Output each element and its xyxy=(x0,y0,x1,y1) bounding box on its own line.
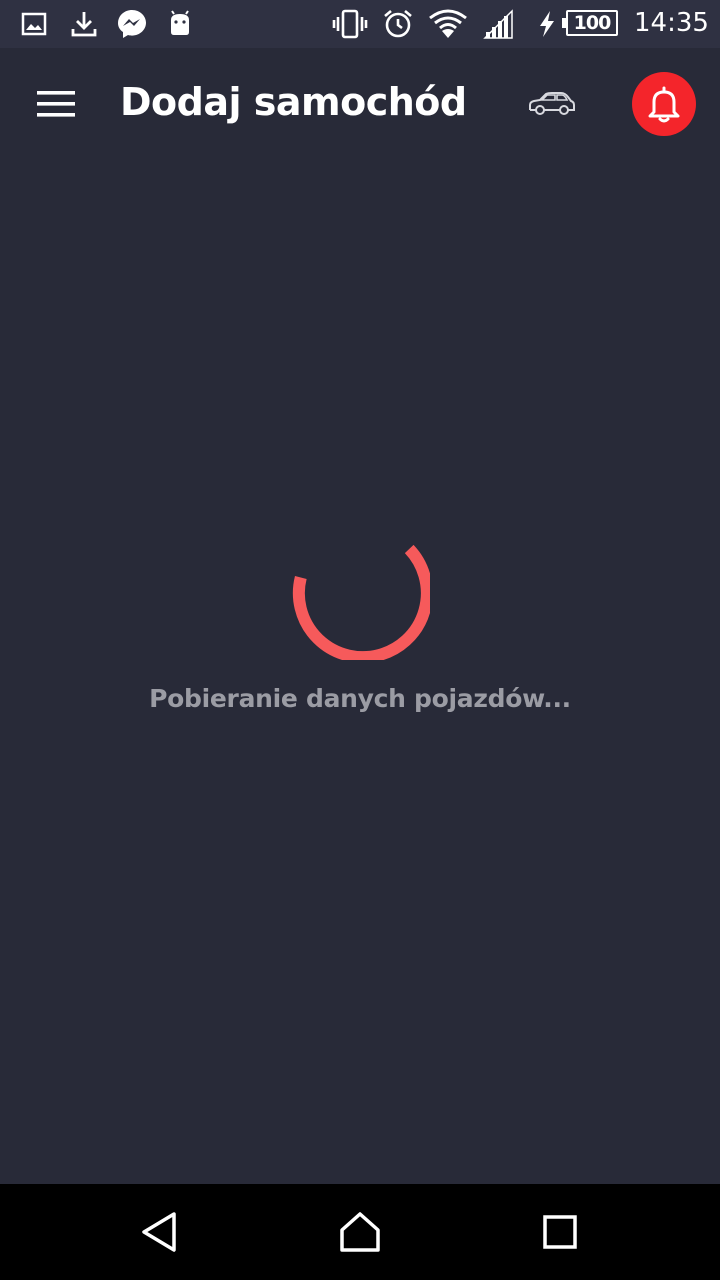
back-icon xyxy=(142,1212,176,1252)
hamburger-menu-icon xyxy=(37,91,75,117)
car-icon xyxy=(529,92,575,115)
back-button[interactable] xyxy=(130,1202,190,1262)
navigation-bar xyxy=(0,1184,720,1280)
home-button[interactable] xyxy=(330,1202,390,1262)
page-title: Dodaj samochód xyxy=(120,80,467,124)
status-bar: 100 14:35 xyxy=(0,0,720,48)
charging-icon xyxy=(532,6,562,42)
alarm-icon xyxy=(380,6,416,42)
recents-icon xyxy=(543,1215,577,1249)
notifications-button[interactable] xyxy=(632,72,696,136)
loading-spinner xyxy=(290,520,433,664)
home-icon xyxy=(340,1212,380,1252)
bell-icon xyxy=(648,86,680,123)
download-icon xyxy=(66,6,102,42)
vibrate-icon xyxy=(332,6,368,42)
menu-button[interactable] xyxy=(26,74,86,134)
android-icon xyxy=(162,6,198,42)
signal-icon xyxy=(480,6,516,42)
app-bar: Dodaj samochód xyxy=(0,48,720,160)
battery-level: 100 xyxy=(562,10,618,36)
car-button[interactable] xyxy=(522,80,582,128)
messenger-icon xyxy=(114,6,150,42)
recents-button[interactable] xyxy=(530,1202,590,1262)
image-icon xyxy=(16,6,52,42)
loading-message: Pobieranie danych pojazdów... xyxy=(149,684,571,713)
status-clock: 14:35 xyxy=(634,8,709,38)
loading-spinner-icon xyxy=(292,544,433,664)
wifi-icon xyxy=(428,6,468,42)
